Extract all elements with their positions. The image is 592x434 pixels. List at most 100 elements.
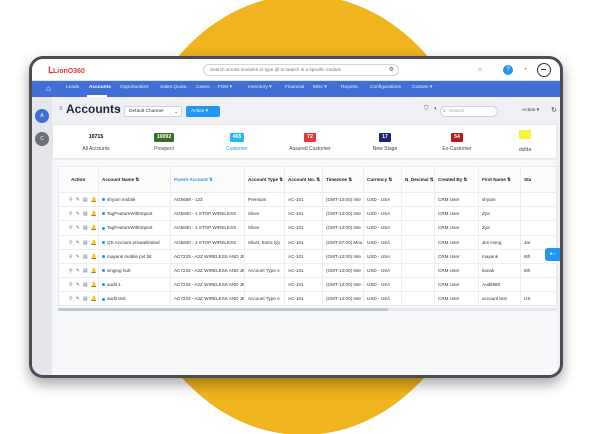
bell-icon[interactable]: 🔔 (91, 268, 97, 274)
nav-item-accounts[interactable]: Accounts (89, 85, 111, 90)
edit-icon[interactable]: ✎ (76, 282, 80, 288)
document-icon[interactable]: ▤ (83, 268, 88, 274)
col-account-type-header[interactable]: Account Type ⇅ (245, 167, 285, 192)
help-icon[interactable]: ? (503, 65, 513, 75)
table-row[interactable]: ⚲ ✎ ▤ 🔔 audit test AC7233 - A2Z WIRELESS AND … (59, 292, 556, 305)
document-icon[interactable]: ▤ (83, 211, 88, 217)
title-dropdown-icon[interactable]: ▾ (118, 107, 121, 113)
nav-item-misc[interactable]: Misc ▾ (313, 85, 327, 90)
col-account-name[interactable]: audit test (99, 292, 171, 305)
action-dropdown[interactable]: Action ▾ (522, 108, 539, 113)
bell-icon[interactable]: 🔔 (91, 282, 97, 288)
col-parent-account-header[interactable]: Parent Account ⇅ (171, 167, 245, 192)
col-n-decimal-header[interactable]: N_Decimal ⇅ (402, 167, 435, 192)
document-icon[interactable]: ▤ (83, 282, 88, 288)
table-row[interactable]: ⚲ ✎ ▤ 🔔 singing hub AC7233 - A2Z WIRELESS AND… (59, 264, 556, 279)
col-account-no-header[interactable]: Account No. ⇅ (285, 167, 323, 192)
col-first-name-header[interactable]: First Name ⇅ (479, 167, 521, 192)
edit-icon[interactable]: ✎ (76, 197, 80, 203)
edit-icon[interactable]: ✎ (76, 225, 80, 231)
edit-icon[interactable]: ✎ (76, 296, 80, 302)
nav-item-financial[interactable]: Financial (285, 85, 304, 90)
document-icon[interactable]: ▤ (83, 254, 88, 260)
table-row[interactable]: ⚲ ✎ ▤ 🔔 QS Account privatelimited AG5830 - 1 … (59, 235, 556, 250)
scrollbar-thumb[interactable] (58, 308, 388, 311)
stat-ex-customer[interactable]: 54 Ex-Customer (422, 125, 492, 160)
bell-icon[interactable]: 🔔 (91, 225, 97, 231)
attach-icon[interactable]: ⚲ (69, 225, 73, 231)
rail-button-c[interactable]: C (35, 132, 49, 146)
edit-icon[interactable]: ✎ (76, 254, 80, 260)
home-icon[interactable]: ⌂ (475, 65, 485, 75)
global-search-input[interactable]: Search across modules or type @ to searc… (203, 64, 399, 76)
document-icon[interactable]: ▤ (83, 240, 88, 246)
stat-dsfda[interactable]: dsfda (490, 125, 560, 160)
bell-icon[interactable]: 🔔 (91, 296, 97, 302)
stat-customer[interactable]: 465 Customer (202, 125, 272, 160)
table-row[interactable]: ⚲ ✎ ▤ 🔔 TagFeatureWithImport AG5830 - 1 STOP … (59, 207, 556, 222)
nav-item-fsm[interactable]: FSM ▾ (218, 85, 232, 90)
col-action-header[interactable]: Action (59, 167, 99, 192)
document-icon[interactable]: ▤ (83, 296, 88, 302)
stat-prospect[interactable]: 10092 Prospect (129, 125, 199, 160)
col-account-name[interactable]: audit 1 (99, 278, 171, 292)
col-status-header[interactable]: Sta (521, 167, 556, 192)
edit-icon[interactable]: ✎ (76, 240, 80, 246)
attach-icon[interactable]: ⚲ (69, 197, 73, 203)
edit-icon[interactable]: ✎ (76, 268, 80, 274)
col-account-name[interactable]: mayank mobile pvt ltd (99, 249, 171, 263)
col-account-name[interactable]: shyam mobile (99, 193, 171, 207)
attach-icon[interactable]: ⚲ (69, 268, 73, 274)
settings-toggle-icon[interactable]: ◑ (433, 106, 437, 112)
user-avatar-icon[interactable] (537, 63, 551, 77)
bell-icon[interactable]: 🔔 (91, 254, 97, 260)
nav-item-sales-quota[interactable]: Sales Quota (160, 85, 186, 90)
attach-icon[interactable]: ⚲ (69, 282, 73, 288)
view-select[interactable]: Default Channel ⌄ (124, 106, 182, 117)
bell-icon[interactable]: 🔔 (91, 240, 97, 246)
attach-icon[interactable]: ⚲ (69, 296, 73, 302)
horizontal-scrollbar[interactable] (58, 308, 557, 311)
list-search-input[interactable]: ⌕ Search (440, 106, 498, 117)
col-timezone-header[interactable]: Timezone ⇅ (323, 167, 364, 192)
nav-item-configurations[interactable]: Configurations (370, 85, 401, 90)
nav-home-icon[interactable]: ⌂ (46, 84, 51, 93)
table-row[interactable]: ⚲ ✎ ▤ 🔔 TagFeatureWithImport AG5830 - 1 STOP … (59, 221, 556, 236)
stat-all-accounts[interactable]: 10715 All Accounts (61, 125, 131, 160)
document-icon[interactable]: ▤ (83, 225, 88, 231)
nav-item-inventory[interactable]: Inventory ▾ (248, 85, 271, 90)
col-account-name-header[interactable]: Account Name ⇅ (99, 167, 171, 192)
notification-icon[interactable]: ◔ (520, 65, 530, 75)
bell-icon[interactable]: 🔔 (91, 211, 97, 217)
bell-icon[interactable]: 🔔 (91, 197, 97, 203)
col-account-name[interactable]: TagFeatureWithImport (99, 221, 171, 235)
attach-icon[interactable]: ⚲ (69, 240, 73, 246)
col-account-name[interactable]: TagFeatureWithImport (99, 207, 171, 221)
attach-icon[interactable]: ⚲ (69, 254, 73, 260)
table-row[interactable]: ⚲ ✎ ▤ 🔔 mayank mobile pvt ltd AC7233 - A2Z WI… (59, 249, 556, 264)
rail-button-a[interactable]: A (35, 109, 49, 123)
col-account-name[interactable]: singing hub (99, 264, 171, 278)
attach-icon[interactable]: ⚲ (69, 211, 73, 217)
edit-icon[interactable]: ✎ (76, 211, 80, 217)
gear-icon[interactable]: ⚙ (389, 65, 394, 75)
col-created-by-header[interactable]: Created By ⇅ (435, 167, 479, 192)
action-button[interactable]: Action ▾ (186, 106, 220, 117)
nav-item-reports[interactable]: Reports (341, 85, 358, 90)
col-account-name[interactable]: QS Account privatelimited (99, 235, 171, 249)
collapse-panel-arrow-icon[interactable]: ⇠ (545, 248, 560, 261)
nav-item-cases[interactable]: Cases (196, 85, 210, 90)
col-currency-header[interactable]: Currency ⇅ (364, 167, 402, 192)
refresh-icon[interactable]: ↻ (551, 106, 557, 114)
filter-icon[interactable]: ⛉ (424, 106, 429, 113)
stat-new-stage[interactable]: 17 New Stage (350, 125, 420, 160)
document-icon[interactable]: ▤ (83, 197, 88, 203)
nav-item-opportunities[interactable]: Opportunities (120, 85, 149, 90)
table-row[interactable]: ⚲ ✎ ▤ 🔔 audit 1 AC7233 - A2Z WIRELESS AND JEW… (59, 278, 556, 293)
table-row[interactable]: ⚲ ✎ ▤ 🔔 shyam mobile AG5659 - 123 Premium AC-10… (59, 193, 556, 208)
stat-assured-customer[interactable]: 72 Assured Customer (275, 125, 345, 160)
nav-item-custom[interactable]: Custom ▾ (412, 85, 432, 90)
view-select-value: Default Channel (129, 109, 164, 114)
app-logo[interactable]: ᒪLionO360 (48, 65, 85, 76)
nav-item-leads[interactable]: Leads (66, 85, 79, 90)
